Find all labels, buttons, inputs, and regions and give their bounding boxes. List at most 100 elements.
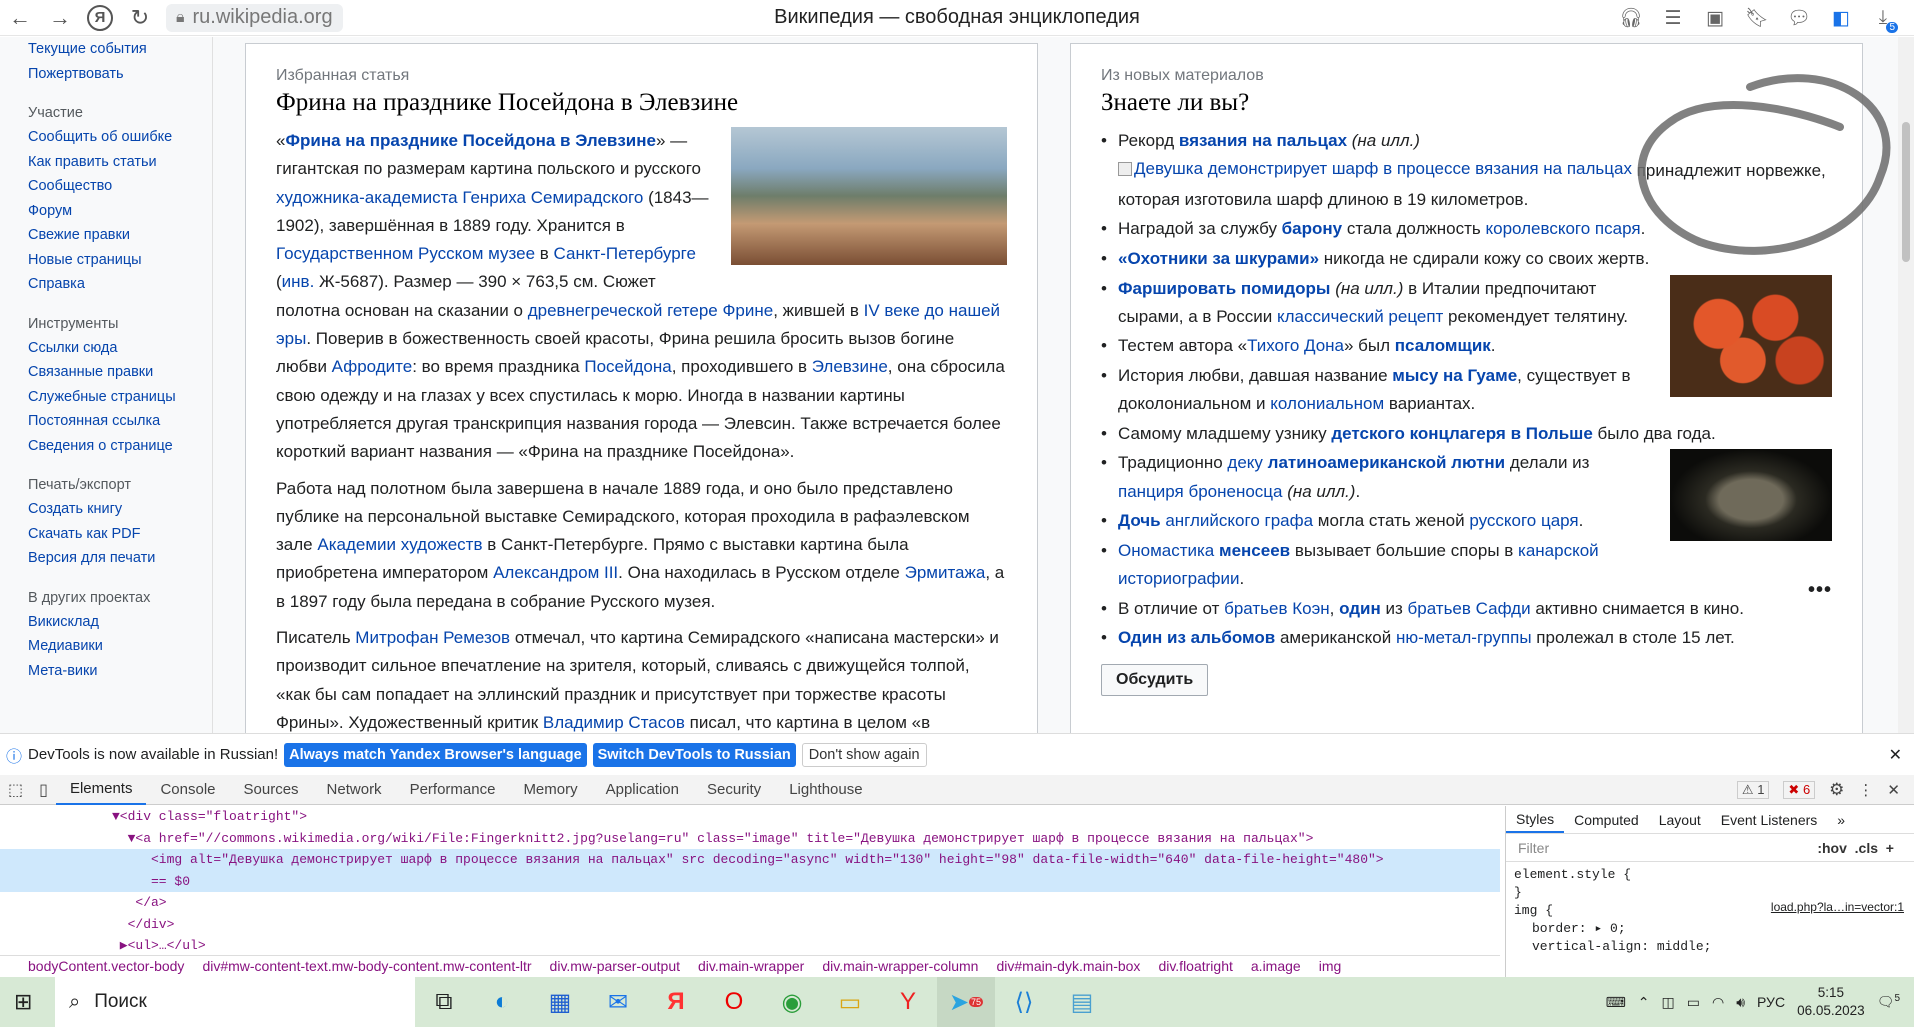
sidebar-item[interactable]: Как править статьи (28, 150, 212, 175)
chevron-up-icon[interactable]: ⌃ (1638, 994, 1650, 1011)
mail-icon[interactable]: ✉ (589, 977, 647, 1027)
sidebar-item[interactable]: Версия для печати (28, 546, 212, 571)
wiki-link[interactable]: инв. (282, 272, 315, 291)
devtools-tab[interactable]: Lighthouse (775, 775, 876, 805)
bold-wiki-link[interactable]: Фаршировать помидоры (1118, 279, 1330, 298)
wiki-link[interactable]: английского графа (1165, 511, 1313, 530)
notifications-icon[interactable]: 🗨︎5 (1877, 993, 1900, 1011)
notepad-icon[interactable]: ▤ (1053, 977, 1111, 1027)
styles-filter[interactable]: Filter:hov .cls + (1506, 834, 1914, 862)
errors-badge[interactable]: ✖ 6 (1783, 780, 1816, 799)
dom-tree[interactable]: ▼<div class="floatright"> ▼<a href="//co… (0, 806, 1500, 953)
bold-wiki-link[interactable]: «Охотники за шкурами» (1118, 249, 1319, 268)
wiki-link[interactable]: Ономастика (1118, 541, 1214, 560)
tray-icon[interactable]: ◫ (1662, 994, 1675, 1011)
featured-painting-image[interactable] (731, 127, 1007, 265)
featured-title[interactable]: Фрина на празднике Посейдона в Элевзине (276, 89, 1007, 117)
bold-wiki-link[interactable]: детского концлагеря в Польше (1331, 424, 1592, 443)
sidebar-item[interactable]: Сообщество (28, 174, 212, 199)
styles-tab[interactable]: Event Listeners (1711, 812, 1828, 828)
wiki-link[interactable]: Посейдона (584, 357, 671, 376)
volume-icon[interactable]: 🔊︎ (1736, 994, 1745, 1011)
page-scrollbar[interactable] (1898, 37, 1914, 733)
wiki-link[interactable]: художника-академиста (276, 188, 458, 207)
devtools-tab[interactable]: Performance (396, 775, 510, 805)
inspect-icon[interactable]: ⬚ (0, 780, 31, 800)
styles-tab[interactable]: Computed (1564, 812, 1649, 828)
sidebar-item[interactable]: Постоянная ссылка (28, 409, 212, 434)
dont-show-button[interactable]: Don't show again (801, 742, 927, 767)
sidebar-item[interactable]: Связанные правки (28, 360, 212, 385)
wiki-link[interactable]: колониальном (1270, 394, 1384, 413)
wiki-link[interactable]: королевского псаря (1486, 219, 1641, 238)
bold-wiki-link[interactable]: Фрина на празднике Посейдона в Элевзине (285, 131, 656, 150)
devtools-tab[interactable]: Memory (509, 775, 591, 805)
chat-icon[interactable]: 💬︎ (1782, 3, 1816, 33)
devtools-tab[interactable]: Application (592, 775, 693, 805)
wiki-link[interactable]: братьев Коэн (1224, 599, 1330, 618)
broken-image-link[interactable]: Девушка демонстрирует шарф в процессе вя… (1118, 155, 1632, 183)
breadcrumb-item[interactable]: div#mw-content-text.mw-body-content.mw-c… (202, 958, 531, 974)
wiki-link[interactable]: ню-метал-группы (1396, 628, 1532, 647)
bold-wiki-link[interactable]: Дочь (1118, 511, 1161, 530)
edge-icon[interactable]: ◐ (473, 977, 531, 1027)
match-language-button[interactable]: Always match Yandex Browser's language (284, 742, 587, 767)
rule-source-link[interactable]: load.php?la…in=vector:1 (1771, 900, 1904, 914)
bold-wiki-link[interactable]: латиноамериканской лютни (1268, 453, 1505, 472)
devtools-tab[interactable]: Network (313, 775, 396, 805)
yandex-icon[interactable]: Я (87, 4, 113, 31)
bold-wiki-link[interactable]: менсеев (1219, 541, 1290, 560)
more-menu-icon[interactable]: ••• (1808, 579, 1832, 602)
wiki-link[interactable]: Санкт-Петербурге (554, 244, 696, 263)
sidebar-item[interactable]: Скачать как PDF (28, 522, 212, 547)
devtools-tab[interactable]: Console (146, 775, 229, 805)
breadcrumb-item[interactable]: div.main-wrapper-column (822, 958, 978, 974)
dom-line[interactable]: ▼<a href="//commons.wikimedia.org/wiki/F… (0, 828, 1500, 850)
wiki-link[interactable]: Владимир Стасов (543, 713, 685, 732)
sidebar-item[interactable]: Форум (28, 199, 212, 224)
battery-icon[interactable]: ▭ (1687, 994, 1700, 1011)
breadcrumb-item[interactable]: bodyContent.vector-body (28, 958, 184, 974)
wiki-link[interactable]: классический рецепт (1277, 307, 1443, 326)
sidebar-item[interactable]: Свежие правки (28, 223, 212, 248)
store-icon[interactable]: ▦ (531, 977, 589, 1027)
task-view-icon[interactable]: ⧉ (415, 977, 473, 1027)
close-icon[interactable]: ✕ (1889, 745, 1902, 765)
breadcrumb-item[interactable]: div.mw-parser-output (550, 958, 680, 974)
sidebar-item[interactable]: Медиавики (28, 634, 212, 659)
devtools-tab[interactable]: Elements (55, 775, 147, 805)
sidebar-item[interactable]: Сообщить об ошибке (28, 125, 212, 150)
settings-icon[interactable]: ⚙ (1829, 780, 1844, 800)
sidebar-item[interactable]: Ссылки сюда (28, 336, 212, 361)
sidebar-item[interactable]: Сведения о странице (28, 434, 212, 459)
styles-tab[interactable]: Styles (1506, 807, 1565, 833)
wiki-link[interactable]: Эрмитажа (905, 563, 986, 582)
dom-line[interactable]: </div> (0, 914, 1500, 936)
styles-tab[interactable]: Layout (1649, 812, 1711, 828)
dom-line[interactable]: </a> (0, 892, 1500, 914)
sidebar-item[interactable]: Создать книгу (28, 497, 212, 522)
kebab-menu-icon[interactable]: ⋮ (1858, 781, 1873, 799)
address-bar[interactable]: 🔒︎ ru.wikipedia.org (166, 3, 343, 32)
sidebar-item[interactable]: Новые страницы (28, 248, 212, 273)
dom-line[interactable]: ▶<ul>…</ul> (0, 935, 1500, 957)
sidebar-item[interactable]: Викисклад (28, 610, 212, 635)
bold-wiki-link[interactable]: вязания на пальцах (1179, 131, 1347, 150)
vscode-icon[interactable]: ⟨⟩ (995, 977, 1053, 1027)
wiki-link[interactable]: Афродите (332, 357, 413, 376)
wiki-link[interactable]: древнегреческой гетере Фрине (528, 301, 773, 320)
wiki-link[interactable]: русского царя (1469, 511, 1578, 530)
breadcrumb-item[interactable]: div#main-dyk.main-box (996, 958, 1140, 974)
dom-line[interactable]: == $0 (0, 870, 1500, 892)
telegram-icon[interactable]: ➤ 75 (937, 977, 995, 1027)
wiki-link[interactable]: Академии художеств (317, 535, 482, 554)
clock[interactable]: 5:15 06.05.2023 (1797, 984, 1865, 1020)
reader-icon[interactable]: ☰ (1656, 3, 1690, 33)
warnings-badge[interactable]: ⚠ 1 (1736, 780, 1770, 799)
wiki-link[interactable]: Генриха Семирадского (462, 188, 643, 207)
windows-start-icon[interactable]: ⊞ (14, 989, 32, 1015)
devtools-tab[interactable]: Security (693, 775, 775, 805)
tabs-icon[interactable]: ▣ (1698, 3, 1732, 33)
wifi-icon[interactable]: ◠ (1712, 994, 1724, 1011)
switch-russian-button[interactable]: Switch DevTools to Russian (592, 742, 796, 767)
